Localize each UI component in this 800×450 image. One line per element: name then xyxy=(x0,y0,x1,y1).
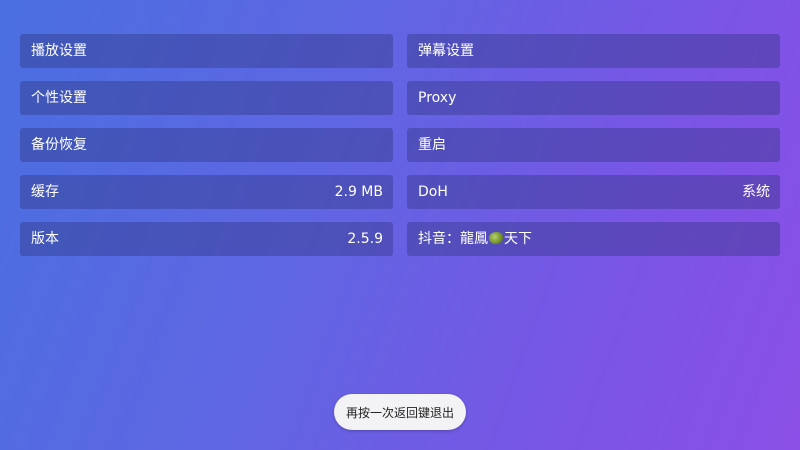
douyin-credit-suffix: 天下 xyxy=(504,231,532,247)
doh-value: 系统 xyxy=(742,184,770,200)
backup-restore-item[interactable]: 备份恢复 xyxy=(20,128,393,162)
douyin-credit-prefix: 抖音：龍鳳 xyxy=(418,231,488,247)
personal-settings-label: 个性设置 xyxy=(31,90,87,106)
restart-item[interactable]: 重启 xyxy=(407,128,780,162)
playback-settings-label: 播放设置 xyxy=(31,43,87,59)
cache-item[interactable]: 缓存 2.9 MB xyxy=(20,175,393,209)
restart-label: 重启 xyxy=(418,137,446,153)
version-value: 2.5.9 xyxy=(347,231,383,247)
backup-restore-label: 备份恢复 xyxy=(31,137,87,153)
settings-grid: 播放设置 弹幕设置 个性设置 Proxy 备份恢复 重启 缓存 2.9 MB D… xyxy=(20,34,780,256)
exit-toast: 再按一次返回键退出 xyxy=(334,394,466,430)
squirrel-emoji-icon xyxy=(489,232,503,244)
version-item[interactable]: 版本 2.5.9 xyxy=(20,222,393,256)
cache-label: 缓存 xyxy=(31,184,59,200)
doh-label: DoH xyxy=(418,184,448,200)
douyin-credit-label: 抖音：龍鳳 天下 xyxy=(418,232,532,246)
personal-settings-item[interactable]: 个性设置 xyxy=(20,81,393,115)
danmaku-settings-item[interactable]: 弹幕设置 xyxy=(407,34,780,68)
danmaku-settings-label: 弹幕设置 xyxy=(418,43,474,59)
version-label: 版本 xyxy=(31,231,59,247)
doh-item[interactable]: DoH 系统 xyxy=(407,175,780,209)
playback-settings-item[interactable]: 播放设置 xyxy=(20,34,393,68)
cache-size-value: 2.9 MB xyxy=(334,184,383,200)
douyin-credit-item[interactable]: 抖音：龍鳳 天下 xyxy=(407,222,780,256)
proxy-label: Proxy xyxy=(418,90,457,106)
proxy-item[interactable]: Proxy xyxy=(407,81,780,115)
